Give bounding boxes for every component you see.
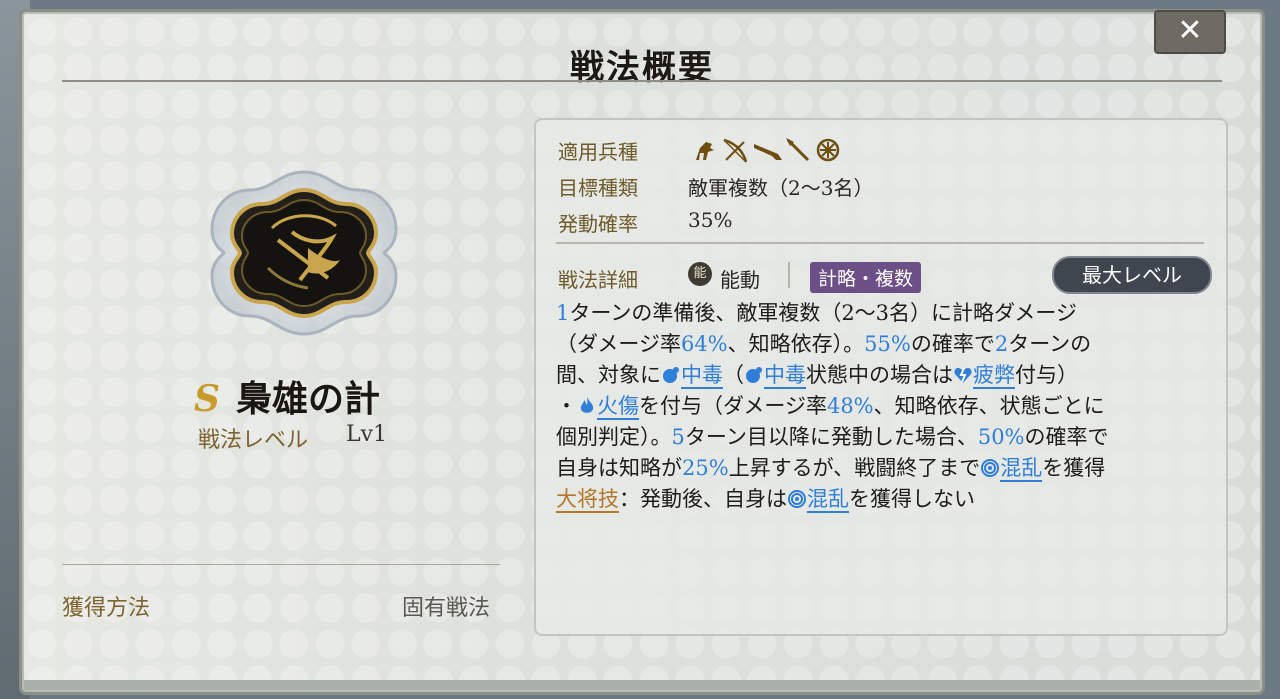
skill-name: 梟雄の計 [236,378,381,420]
max-level-button[interactable]: 最大レベル [1052,256,1212,294]
detail-vertical-divider [788,262,790,288]
skill-info-box: 適用兵種 目標種類 敵軍複数（2〜3名） 発動確率 35% 戦法詳細 能 能動 … [534,118,1228,636]
acquisition-label: 獲得方法 [62,596,151,621]
info-divider [556,242,1204,244]
desc-line-2: （ダメージ率64%、知略依存）。55%の確率で2ターンの [556,332,1092,356]
skill-title: S 梟雄の計 [194,370,380,422]
skill-level-label: 戦法レベル [198,428,309,453]
skill-grade: S [194,378,220,420]
skill-overview-panel: 戦法概要 S 梟雄の計 戦法レベル Lv1 獲得方法 固有戦法 適用兵種 目標種… [22,12,1262,692]
active-type-value: 能動 [720,268,760,292]
desc-line-4: ・火傷を付与（ダメージ率48%、知略依存、状態ごとに [556,394,1105,420]
target-type-label: 目標種類 [558,176,638,200]
fatigue-keyword[interactable]: 疲弊 [973,363,1015,389]
poison-keyword[interactable]: 中毒 [681,363,723,389]
desc-line-6: 自身は知略が25%上昇するが、戦闘終了まで 混乱を獲得 [556,456,1106,482]
confusion-keyword[interactable]: 混乱 [807,487,849,513]
skill-icon [208,168,400,338]
skill-category-tag: 計略・複数 [810,262,922,293]
target-type-value: 敵軍複数（2〜3名） [688,176,874,200]
poison-icon [663,367,679,383]
panel-bottom-band [24,680,1260,690]
skill-emblem-icon [210,170,398,336]
gun-icon [754,144,782,160]
confusion-icon [981,459,1000,477]
acquisition-value: 固有戦法 [402,596,491,621]
spear-icon [786,138,810,162]
confusion-keyword[interactable]: 混乱 [1000,456,1043,482]
left-divider [62,564,500,565]
desc-line-5: 個別判定）。5ターン目以降に発動した場合、50%の確率で [556,425,1109,449]
confusion-icon [788,490,806,508]
bow-icon [723,138,748,163]
cavalry-icon [696,142,714,160]
desc-line-7: 大将技：発動後、自身は 混乱を獲得しない [556,487,975,513]
desc-line-3: 間、対象に 中毒（ 中毒状態中の場合は 疲弊付与） [556,363,1078,389]
trigger-rate-label: 発動確率 [558,212,638,236]
burn-keyword[interactable]: 火傷 [597,394,639,420]
poison-keyword[interactable]: 中毒 [764,363,806,389]
close-button[interactable]: ✕ [1154,10,1226,54]
title-divider [62,80,1222,82]
troop-type-label: 適用兵種 [558,140,638,164]
general-skill-keyword[interactable]: 大将技 [556,487,619,513]
fatigue-icon [954,367,972,383]
desc-line-1: 1ターンの準備後、敵軍複数（2〜3名）に計略ダメージ [556,301,1077,325]
burn-icon [580,397,594,413]
poison-icon [746,367,762,383]
chariot-icon [816,138,840,162]
active-type-badge: 能 [688,262,712,286]
trigger-rate-value: 35% [688,208,733,232]
skill-detail-label: 戦法詳細 [558,268,638,292]
troop-type-icons [690,136,850,164]
skill-level-value: Lv1 [346,422,388,447]
skill-description: 1ターンの準備後、敵軍複数（2〜3名）に計略ダメージ （ダメージ率64%、知略依… [556,298,1216,515]
